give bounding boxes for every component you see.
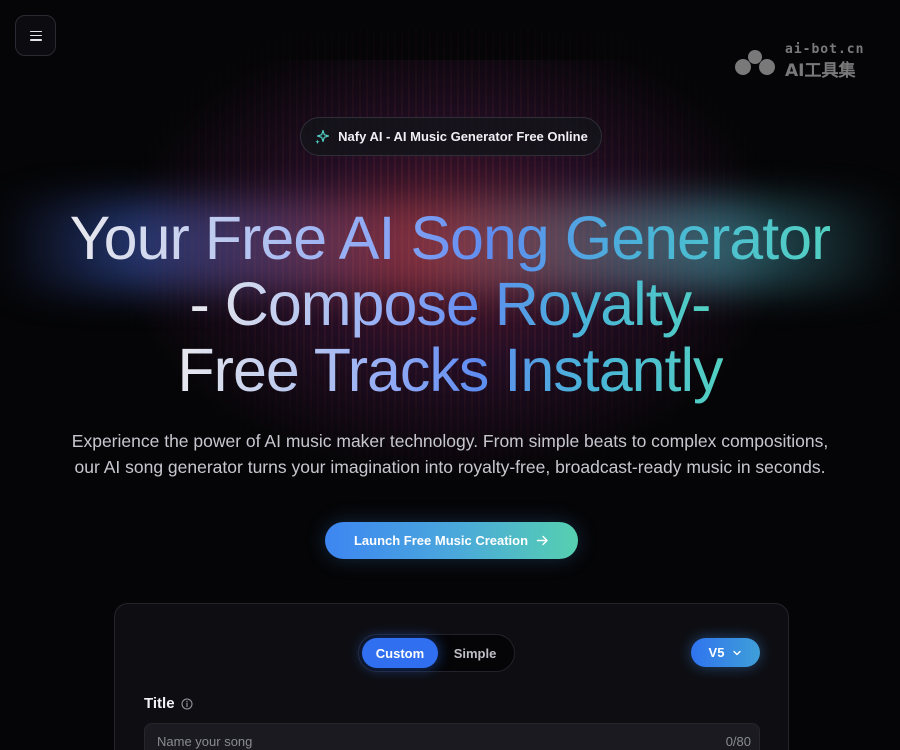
launch-music-creation-button[interactable]: Launch Free Music Creation — [325, 522, 578, 559]
hero-headline: Your Free AI Song Generator - Compose Ro… — [20, 205, 880, 403]
hamburger-menu-icon — [29, 30, 42, 41]
watermark-domain: ai-bot.cn — [785, 42, 865, 57]
sparkle-icon — [315, 129, 330, 144]
cta-label: Launch Free Music Creation — [353, 533, 529, 548]
watermark: ai-bot.cn AI工具集 — [733, 42, 875, 81]
subtitle-line-2: our AI song generator turns your imagina… — [74, 457, 826, 477]
chevron-down-icon — [733, 650, 742, 655]
info-icon[interactable] — [181, 698, 193, 710]
mode-toggle: Custom Simple — [358, 634, 515, 672]
title-placeholder: Name your song — [157, 734, 253, 749]
mode-custom-tab[interactable]: Custom — [362, 638, 438, 668]
title-label: Title — [144, 695, 175, 712]
watermark-name: AI工具集 — [785, 61, 856, 81]
hero-badge: Nafy AI - AI Music Generator Free Online — [300, 117, 602, 156]
song-creator-card: Custom Simple V5 Title Name your song 0/… — [114, 603, 789, 750]
watermark-logo-icon — [735, 50, 775, 75]
menu-button[interactable] — [15, 15, 56, 56]
headline-line-3: Free Tracks Instantly — [177, 336, 723, 404]
song-title-input[interactable]: Name your song 0/80 — [144, 723, 760, 750]
arrow-right-icon — [536, 535, 548, 546]
title-field-label: Title — [144, 695, 193, 712]
version-label: V5 — [708, 645, 725, 660]
mode-simple-tab[interactable]: Simple — [440, 638, 510, 668]
headline-line-1: Your Free AI Song Generator — [69, 204, 832, 272]
hero-subtitle: Experience the power of AI music maker t… — [30, 428, 870, 480]
subtitle-line-1: Experience the power of AI music maker t… — [71, 431, 829, 451]
badge-text: Nafy AI - AI Music Generator Free Online — [338, 129, 588, 144]
headline-line-2: - Compose Royalty- — [189, 270, 712, 338]
model-version-dropdown[interactable]: V5 — [691, 638, 760, 667]
title-char-counter: 0/80 — [725, 734, 751, 749]
